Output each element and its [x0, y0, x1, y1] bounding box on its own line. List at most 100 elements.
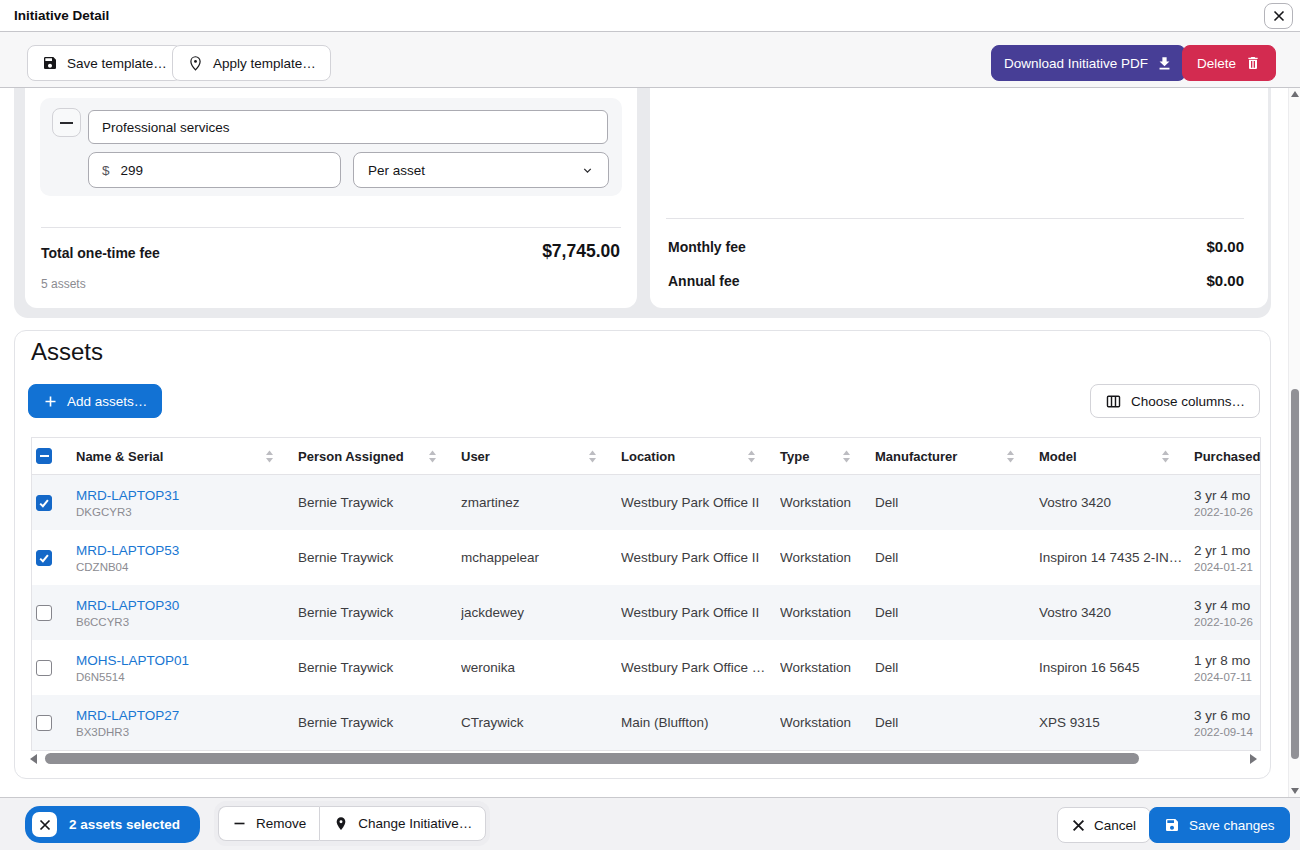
column-header-label: Name & Serial [76, 449, 163, 464]
divider [666, 218, 1244, 219]
asset-name-link[interactable]: MOHS-LAPTOP01 [76, 653, 290, 668]
sort-icon[interactable] [1006, 450, 1015, 463]
column-header-label: Type [780, 449, 809, 464]
asset-serial: B6CCYR3 [76, 616, 290, 628]
asset-age: 2 yr 1 mo [1194, 543, 1261, 558]
apply-template-button[interactable]: Apply template… [172, 45, 331, 81]
fee-unit-select[interactable]: Per asset [353, 152, 609, 188]
sort-icon[interactable] [1161, 450, 1170, 463]
column-header[interactable]: Manufacturer [875, 438, 1039, 474]
delete-button[interactable]: Delete [1182, 45, 1276, 81]
column-header[interactable]: Person Assigned [298, 438, 461, 474]
column-header[interactable]: User [461, 438, 621, 474]
asset-manufacturer: Dell [875, 495, 1031, 510]
horizontal-scrollbar-thumb[interactable] [45, 753, 1139, 764]
change-initiative-button[interactable]: Change Initiative… [319, 806, 486, 841]
fee-name-input[interactable]: Professional services [88, 110, 608, 144]
save-template-label: Save template… [67, 56, 167, 71]
delete-label: Delete [1197, 56, 1236, 71]
trash-icon [1245, 55, 1261, 71]
asset-type: Workstation [780, 550, 867, 565]
horizontal-scrollbar[interactable] [29, 751, 1258, 766]
asset-person: Bernie Traywick [298, 715, 453, 730]
scroll-right-arrow[interactable] [1250, 754, 1257, 764]
row-checkbox[interactable] [36, 550, 52, 566]
vertical-scrollbar-thumb[interactable] [1291, 389, 1299, 759]
fee-unit-value: Per asset [368, 163, 425, 178]
close-icon [1072, 819, 1085, 832]
select-all-checkbox[interactable] [36, 448, 52, 464]
asset-person: Bernie Traywick [298, 660, 453, 675]
choose-columns-label: Choose columns… [1131, 394, 1245, 409]
column-header[interactable]: Model [1039, 438, 1194, 474]
cancel-button[interactable]: Cancel [1057, 807, 1151, 843]
asset-purchase-date: 2022-10-26 [1194, 506, 1261, 518]
asset-manufacturer: Dell [875, 605, 1031, 620]
assets-section: Assets Add assets… Choose columns… Name … [14, 330, 1271, 779]
row-checkbox[interactable] [36, 660, 52, 676]
sort-icon[interactable] [842, 450, 851, 463]
asset-name-link[interactable]: MRD-LAPTOP53 [76, 543, 290, 558]
scroll-left-arrow[interactable] [30, 754, 37, 764]
asset-serial: D6N5514 [76, 671, 290, 683]
cancel-label: Cancel [1094, 818, 1136, 833]
remove-assets-button[interactable]: Remove [218, 806, 319, 841]
sort-icon[interactable] [265, 450, 274, 463]
asset-row: MRD-LAPTOP53CDZNB04Bernie Traywickmchapp… [32, 530, 1260, 585]
download-pdf-button[interactable]: Download Initiative PDF [991, 45, 1186, 81]
close-button[interactable] [1264, 3, 1293, 29]
asset-serial: CDZNB04 [76, 561, 290, 573]
clear-selection-button[interactable] [32, 812, 57, 837]
divider [41, 227, 621, 228]
row-checkbox[interactable] [36, 605, 52, 621]
selection-actions-group: Remove Change Initiative… [214, 801, 490, 846]
fee-assets-count: 5 assets [41, 277, 86, 291]
row-checkbox[interactable] [36, 715, 52, 731]
column-header-label: Model [1039, 449, 1077, 464]
column-header-label: Purchased [1194, 449, 1260, 464]
sort-icon[interactable] [428, 450, 437, 463]
recurring-fees-card: Monthly fee $0.00 Annual fee $0.00 [650, 88, 1268, 308]
asset-user: mchappelear [461, 550, 613, 565]
asset-age: 3 yr 4 mo [1194, 598, 1261, 613]
choose-columns-button[interactable]: Choose columns… [1090, 384, 1260, 418]
column-header[interactable]: Name & Serial [76, 438, 298, 474]
save-template-button[interactable]: Save template… [27, 45, 182, 81]
scroll-up-arrow[interactable] [1291, 91, 1299, 97]
footer-bar: 2 assets selected Remove Change Initiati… [0, 797, 1300, 850]
total-one-time-value: $7,745.00 [542, 241, 620, 262]
pin-icon [333, 816, 349, 832]
scroll-down-arrow[interactable] [1291, 788, 1299, 794]
annual-fee-label: Annual fee [668, 273, 740, 289]
selection-pill[interactable]: 2 assets selected [25, 806, 200, 843]
column-header[interactable]: Purchased [1194, 438, 1261, 474]
fee-amount-input[interactable]: $ 299 [88, 152, 341, 188]
column-header[interactable]: Location [621, 438, 780, 474]
asset-name-link[interactable]: MRD-LAPTOP27 [76, 708, 290, 723]
asset-user: weronika [461, 660, 613, 675]
asset-manufacturer: Dell [875, 715, 1031, 730]
asset-purchase-date: 2022-10-26 [1194, 616, 1261, 628]
column-header[interactable]: Type [780, 438, 875, 474]
asset-purchase-date: 2022-09-14 [1194, 726, 1261, 738]
asset-row: MOHS-LAPTOP01 D6N5514 Bernie Traywick weron… [32, 640, 1260, 695]
asset-age: 1 yr 8 mo [1194, 653, 1261, 668]
total-one-time-label: Total one-time fee [41, 245, 160, 261]
add-assets-button[interactable]: Add assets… [28, 384, 162, 418]
fee-line-item: Professional services $ 299 Per asset [40, 98, 622, 196]
selection-count-label: 2 assets selected [69, 817, 180, 832]
asset-name-link[interactable]: MRD-LAPTOP30 [76, 598, 290, 613]
save-icon [42, 55, 58, 71]
save-changes-button[interactable]: Save changes [1149, 807, 1290, 843]
vertical-scrollbar[interactable] [1288, 88, 1300, 797]
asset-manufacturer: Dell [875, 550, 1031, 565]
sort-icon[interactable] [747, 450, 756, 463]
monthly-fee-label: Monthly fee [668, 239, 746, 255]
remove-fee-button[interactable] [52, 108, 81, 137]
asset-serial: DKGCYR3 [76, 506, 290, 518]
sort-icon[interactable] [588, 450, 597, 463]
asset-name-link[interactable]: MRD-LAPTOP31 [76, 488, 290, 503]
row-checkbox[interactable] [36, 495, 52, 511]
fee-amount-value: 299 [121, 163, 144, 178]
save-icon [1164, 817, 1180, 833]
